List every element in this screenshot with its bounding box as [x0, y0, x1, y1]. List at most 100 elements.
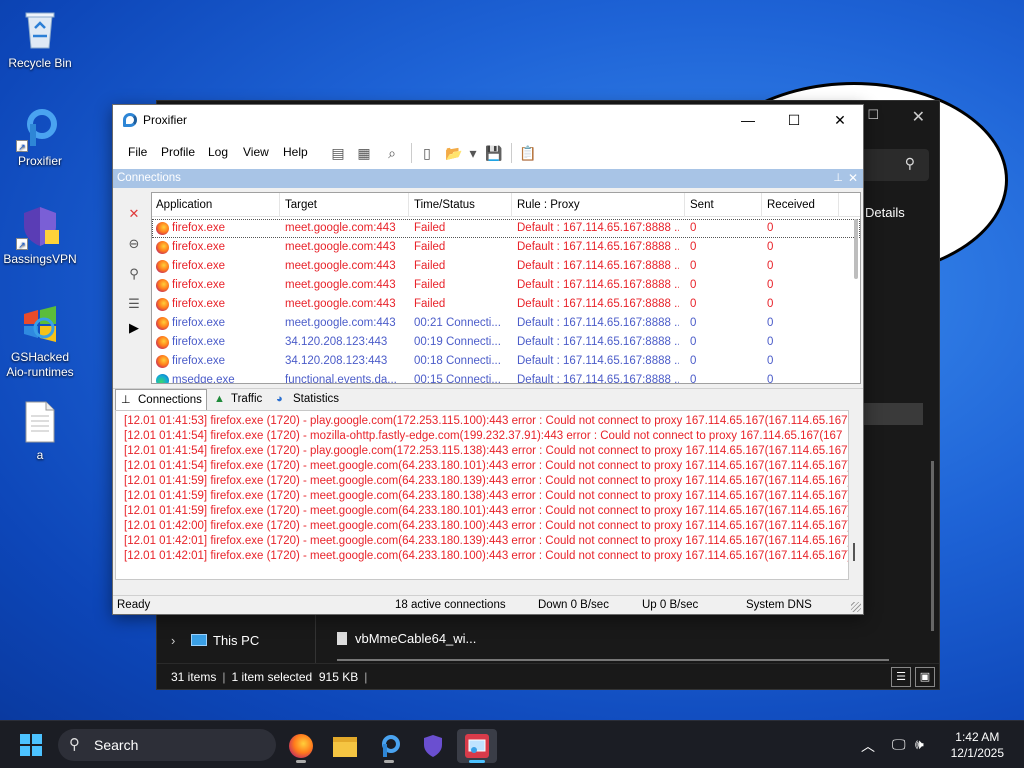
tab-traffic[interactable]: ▲ Traffic	[209, 389, 271, 410]
remove-connection-icon[interactable]: ⊖	[125, 235, 143, 253]
menu-log[interactable]: Log	[208, 145, 228, 159]
dropdown-arrow-icon[interactable]: ▾	[462, 142, 484, 164]
log-line: [12.01 01:41:54] firefox.exe (1720) - mo…	[124, 430, 843, 442]
column-header-time-status[interactable]: Time/Status	[410, 193, 512, 217]
windows-start-icon[interactable]	[20, 734, 42, 756]
taskbar-search[interactable]: ⚲ Search	[58, 729, 276, 761]
menu-help[interactable]: Help	[283, 145, 308, 159]
desktop-icon-recycle-bin[interactable]: Recycle Bin	[0, 8, 80, 71]
proxy-servers-icon[interactable]: ▤	[327, 142, 349, 164]
tab-label: Traffic	[231, 393, 263, 405]
maximize-icon[interactable]: ☐	[867, 107, 879, 123]
taskbar-firefox[interactable]	[281, 729, 321, 763]
firefox-icon	[289, 734, 313, 758]
menu-view[interactable]: View	[243, 145, 269, 159]
file-list-item[interactable]: vbMmeCable64_wi...	[337, 631, 476, 646]
desktop-icon-gshacked[interactable]: GSHacked Aio-runtimes	[0, 302, 80, 380]
cell-status: Failed	[414, 241, 446, 253]
chevron-right-icon[interactable]: ›	[171, 633, 191, 648]
save-icon[interactable]: 💾	[483, 142, 505, 164]
cell-status: Failed	[414, 222, 446, 234]
table-row[interactable]: firefox.exe meet.google.com:443 Failed Defa…	[152, 295, 860, 314]
proxifier-window[interactable]: Proxifier — ☐ ✕ File Profile Log View He…	[112, 104, 864, 615]
vertical-scrollbar[interactable]	[854, 219, 858, 279]
menu-profile[interactable]: Profile	[161, 145, 195, 159]
title-bar[interactable]: Proxifier — ☐ ✕	[113, 105, 863, 135]
shield-icon	[421, 734, 445, 758]
desktop-icon-proxifier[interactable]: ↗ Proxifier	[0, 106, 80, 169]
details-view-icon[interactable]: ☰	[891, 667, 911, 687]
connections-table[interactable]: Application Target Time/Status Rule : Pr…	[151, 192, 861, 384]
nav-item-this-pc[interactable]: › This PC	[171, 633, 259, 648]
system-clock[interactable]: 1:42 AM 12/1/2025	[951, 729, 1004, 761]
taskbar-proxifier[interactable]	[369, 729, 409, 763]
cell-status: 00:21 Connecti...	[414, 317, 501, 329]
table-row[interactable]: firefox.exe 34.120.208.123:443 00:18 Conne…	[152, 352, 860, 371]
installer-icon	[465, 734, 489, 758]
toolbar-separator	[411, 143, 412, 163]
cell-rule: Default : 167.114.65.167:8888 ...	[517, 260, 679, 272]
scrollbar[interactable]	[931, 461, 934, 631]
tab-statistics[interactable]: ◕ Statistics	[271, 389, 345, 410]
firefox-icon	[156, 260, 169, 273]
horizontal-scrollbar[interactable]	[337, 659, 889, 661]
table-row[interactable]: firefox.exe meet.google.com:443 Failed Defa…	[152, 276, 860, 295]
desktop-icon-label: Aio-runtimes	[6, 365, 74, 379]
recycle-bin-icon	[18, 8, 62, 52]
chevron-up-icon[interactable]: ︿	[861, 736, 875, 756]
desktop-icon-bassingsvpn[interactable]: ↗ BassingsVPN	[0, 204, 80, 267]
pin-icon[interactable]: ⊥	[833, 169, 843, 188]
find-icon[interactable]: ⚲	[125, 265, 143, 283]
proxification-rules-icon[interactable]: ▦	[353, 142, 375, 164]
play-icon[interactable]: ▶	[125, 319, 143, 337]
close-button[interactable]: ✕	[817, 105, 863, 135]
maximize-button[interactable]: ☐	[771, 105, 817, 135]
status-separator: |	[222, 670, 226, 684]
column-header-sent[interactable]: Sent	[686, 193, 762, 217]
table-row[interactable]: firefox.exe 34.120.208.123:443 00:19 Conne…	[152, 333, 860, 352]
log-line: [12.01 01:41:59] firefox.exe (1720) - me…	[124, 490, 849, 502]
table-row[interactable]: firefox.exe meet.google.com:443 Failed Defa…	[152, 219, 860, 238]
tab-connections[interactable]: ⊥ Connections	[115, 389, 207, 410]
menu-file[interactable]: File	[128, 145, 147, 159]
close-connection-icon[interactable]: ✕	[125, 205, 143, 223]
clipboard-icon[interactable]: 📋	[517, 142, 539, 164]
column-header-received[interactable]: Received	[763, 193, 839, 217]
vertical-scrollbar[interactable]	[853, 543, 855, 561]
new-profile-icon[interactable]: ▯	[416, 142, 438, 164]
status-download-rate: Down 0 B/sec	[538, 599, 609, 611]
table-row[interactable]: firefox.exe meet.google.com:443 00:21 Conn…	[152, 314, 860, 333]
tab-label: Statistics	[293, 393, 340, 405]
cell-received: 0	[767, 355, 774, 367]
explorer-search-box[interactable]: ⚲	[859, 149, 929, 181]
table-row[interactable]: msedge.exe functional.events.da... 00:15 C…	[152, 371, 860, 384]
taskbar-file-explorer[interactable]	[325, 729, 365, 763]
name-resolution-icon[interactable]: ⌕	[381, 142, 403, 164]
volume-icon[interactable]: 🕪	[915, 736, 924, 753]
taskbar-vpn[interactable]	[413, 729, 453, 763]
log-output[interactable]: [12.01 01:41:53] firefox.exe (1720) - pl…	[115, 410, 849, 580]
column-header-target[interactable]: Target	[281, 193, 409, 217]
network-icon[interactable]: 🖵	[892, 736, 906, 753]
shield-icon: ↗	[16, 204, 62, 250]
resize-grip[interactable]	[851, 602, 861, 612]
cell-sent: 0	[690, 336, 697, 348]
details-pane-button[interactable]: ▯ Details	[851, 205, 905, 220]
minimize-button[interactable]: —	[725, 105, 771, 135]
details-label: Details	[865, 205, 905, 220]
cell-sent: 0	[690, 374, 697, 384]
close-icon[interactable]: ✕	[912, 107, 925, 127]
cell-sent: 0	[690, 298, 697, 310]
taskbar-setup-app[interactable]	[457, 729, 497, 763]
close-pane-icon[interactable]: ✕	[848, 169, 858, 188]
column-header-rule-proxy[interactable]: Rule : Proxy	[513, 193, 685, 217]
table-row[interactable]: firefox.exe meet.google.com:443 Failed Defa…	[152, 257, 860, 276]
table-row[interactable]: firefox.exe meet.google.com:443 Failed Defa…	[152, 238, 860, 257]
tiles-view-icon[interactable]: ▣	[915, 667, 935, 687]
desktop-icon-a[interactable]: a	[0, 400, 80, 463]
cell-rule: Default : 167.114.65.167:8888 ...	[517, 222, 679, 234]
selection-size: 915 KB	[318, 670, 359, 684]
selected-row[interactable]	[863, 403, 923, 425]
list-options-icon[interactable]: ☰	[125, 295, 143, 313]
column-header-application[interactable]: Application	[152, 193, 280, 217]
